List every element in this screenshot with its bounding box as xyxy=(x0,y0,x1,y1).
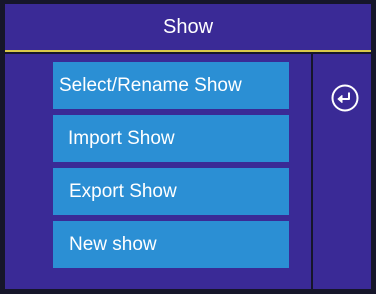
new-show-button[interactable]: New show xyxy=(53,221,289,268)
enter-arrow-circle-icon xyxy=(331,84,359,112)
back-button[interactable] xyxy=(330,83,360,113)
select-rename-show-label: Select/Rename Show xyxy=(59,74,242,96)
import-show-label: Import Show xyxy=(68,127,175,149)
side-panel xyxy=(313,54,371,289)
select-rename-show-button[interactable]: Select/Rename Show xyxy=(53,62,289,109)
page-title: Show xyxy=(162,15,214,38)
import-show-button[interactable]: Import Show xyxy=(53,115,289,162)
new-show-label: New show xyxy=(69,233,157,255)
export-show-button[interactable]: Export Show xyxy=(53,168,289,215)
screen-frame: Show Select/Rename Show Import Show Expo… xyxy=(0,0,376,294)
title-bar: Show xyxy=(5,4,371,52)
menu-panel: Select/Rename Show Import Show Export Sh… xyxy=(5,54,311,289)
export-show-label: Export Show xyxy=(69,180,177,202)
